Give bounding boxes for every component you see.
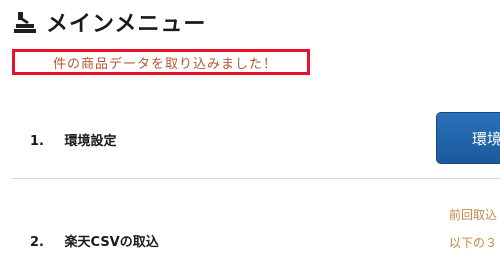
- environment-settings-button[interactable]: 環境: [436, 112, 500, 164]
- menu-item-number: 2.: [30, 235, 44, 250]
- menu-item-label: 環境設定: [64, 134, 117, 149]
- button-label: 環境: [472, 129, 500, 148]
- header: メインメニュー: [12, 6, 206, 38]
- import-note-info: 以下の３: [449, 236, 498, 250]
- menu-item-environment: 1. 環境設定: [30, 130, 117, 149]
- menu-item-label: 楽天CSVの取込: [64, 235, 159, 250]
- import-success-alert: 件の商品データを取り込みました！: [12, 49, 310, 75]
- last-import-info: 前回取込: [449, 208, 498, 222]
- divider: [12, 178, 500, 179]
- menu-item-number: 1.: [30, 134, 44, 149]
- stamp-icon: [14, 12, 36, 33]
- alert-message: 件の商品データを取り込みました！: [53, 56, 278, 72]
- menu-item-rakuten-csv-import: 2. 楽天CSVの取込: [30, 231, 159, 250]
- page-title: メインメニュー: [46, 12, 207, 37]
